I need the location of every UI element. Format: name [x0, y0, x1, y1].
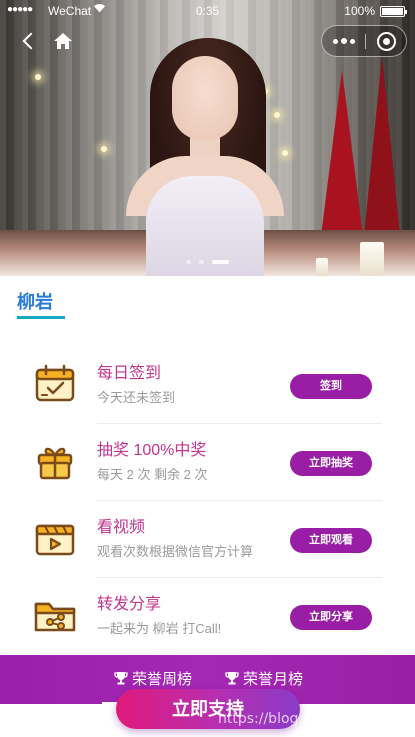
monthly-ranking-label: 荣誉月榜 — [243, 671, 304, 688]
gift-icon — [33, 441, 77, 481]
close-circle-icon[interactable] — [366, 26, 407, 56]
battery-icon — [380, 6, 407, 17]
candle — [360, 242, 384, 276]
divider — [97, 500, 382, 501]
weekly-ranking-label: 荣誉周榜 — [132, 671, 193, 688]
task-row-video: 看视频 观看次数根据微信官方计算 立即观看 — [33, 502, 382, 578]
folder-share-icon — [33, 595, 77, 635]
candle — [316, 258, 328, 276]
lottery-button[interactable]: 立即抽奖 — [290, 451, 372, 476]
back-icon[interactable] — [19, 30, 41, 52]
task-row-share: 转发分享 一起来为 柳岩 打Call! 立即分享 — [33, 579, 382, 655]
watermark-text: https://blog.csdn.net/mygia — [218, 711, 412, 727]
battery-percent: 100% — [344, 4, 375, 18]
task-title: 抽奖 100%中奖 — [97, 442, 207, 459]
divider — [97, 423, 382, 424]
task-title: 每日签到 — [97, 365, 162, 382]
banner-photo-figure — [90, 28, 300, 276]
home-icon[interactable] — [52, 30, 74, 52]
carousel-dot[interactable] — [199, 260, 204, 264]
more-dots-icon[interactable] — [322, 26, 365, 56]
share-button[interactable]: 立即分享 — [290, 605, 372, 630]
task-subtitle: 每天 2 次 剩余 2 次 — [97, 467, 208, 482]
task-row-lottery: 抽奖 100%中奖 每天 2 次 剩余 2 次 立即抽奖 — [33, 425, 382, 501]
divider — [97, 577, 382, 578]
red-decor-tree — [362, 56, 402, 256]
task-title: 转发分享 — [97, 596, 162, 613]
trophy-icon — [114, 671, 128, 685]
calendar-check-icon — [33, 364, 77, 404]
task-subtitle: 今天还未签到 — [97, 390, 176, 405]
light-sparkle — [35, 74, 41, 80]
carousel-dot[interactable] — [186, 260, 191, 264]
task-title: 看视频 — [97, 519, 146, 536]
profile-name: 柳岩 — [17, 292, 53, 312]
status-bar: ●●●●● WeChat 0:35 100% — [0, 0, 415, 24]
miniprogram-capsule — [321, 25, 407, 57]
task-subtitle: 一起来为 柳岩 打Call! — [97, 621, 222, 636]
trophy-icon — [225, 671, 239, 685]
profile-name-underline — [17, 316, 65, 319]
hero-banner[interactable]: ●●●●● WeChat 0:35 100% — [0, 0, 415, 276]
carousel-dot-active[interactable] — [212, 260, 229, 264]
task-subtitle: 观看次数根据微信官方计算 — [97, 544, 254, 559]
watch-video-button[interactable]: 立即观看 — [290, 528, 372, 553]
video-play-icon — [33, 518, 77, 558]
task-row-checkin: 每日签到 今天还未签到 签到 — [33, 348, 382, 424]
checkin-button[interactable]: 签到 — [290, 374, 372, 399]
